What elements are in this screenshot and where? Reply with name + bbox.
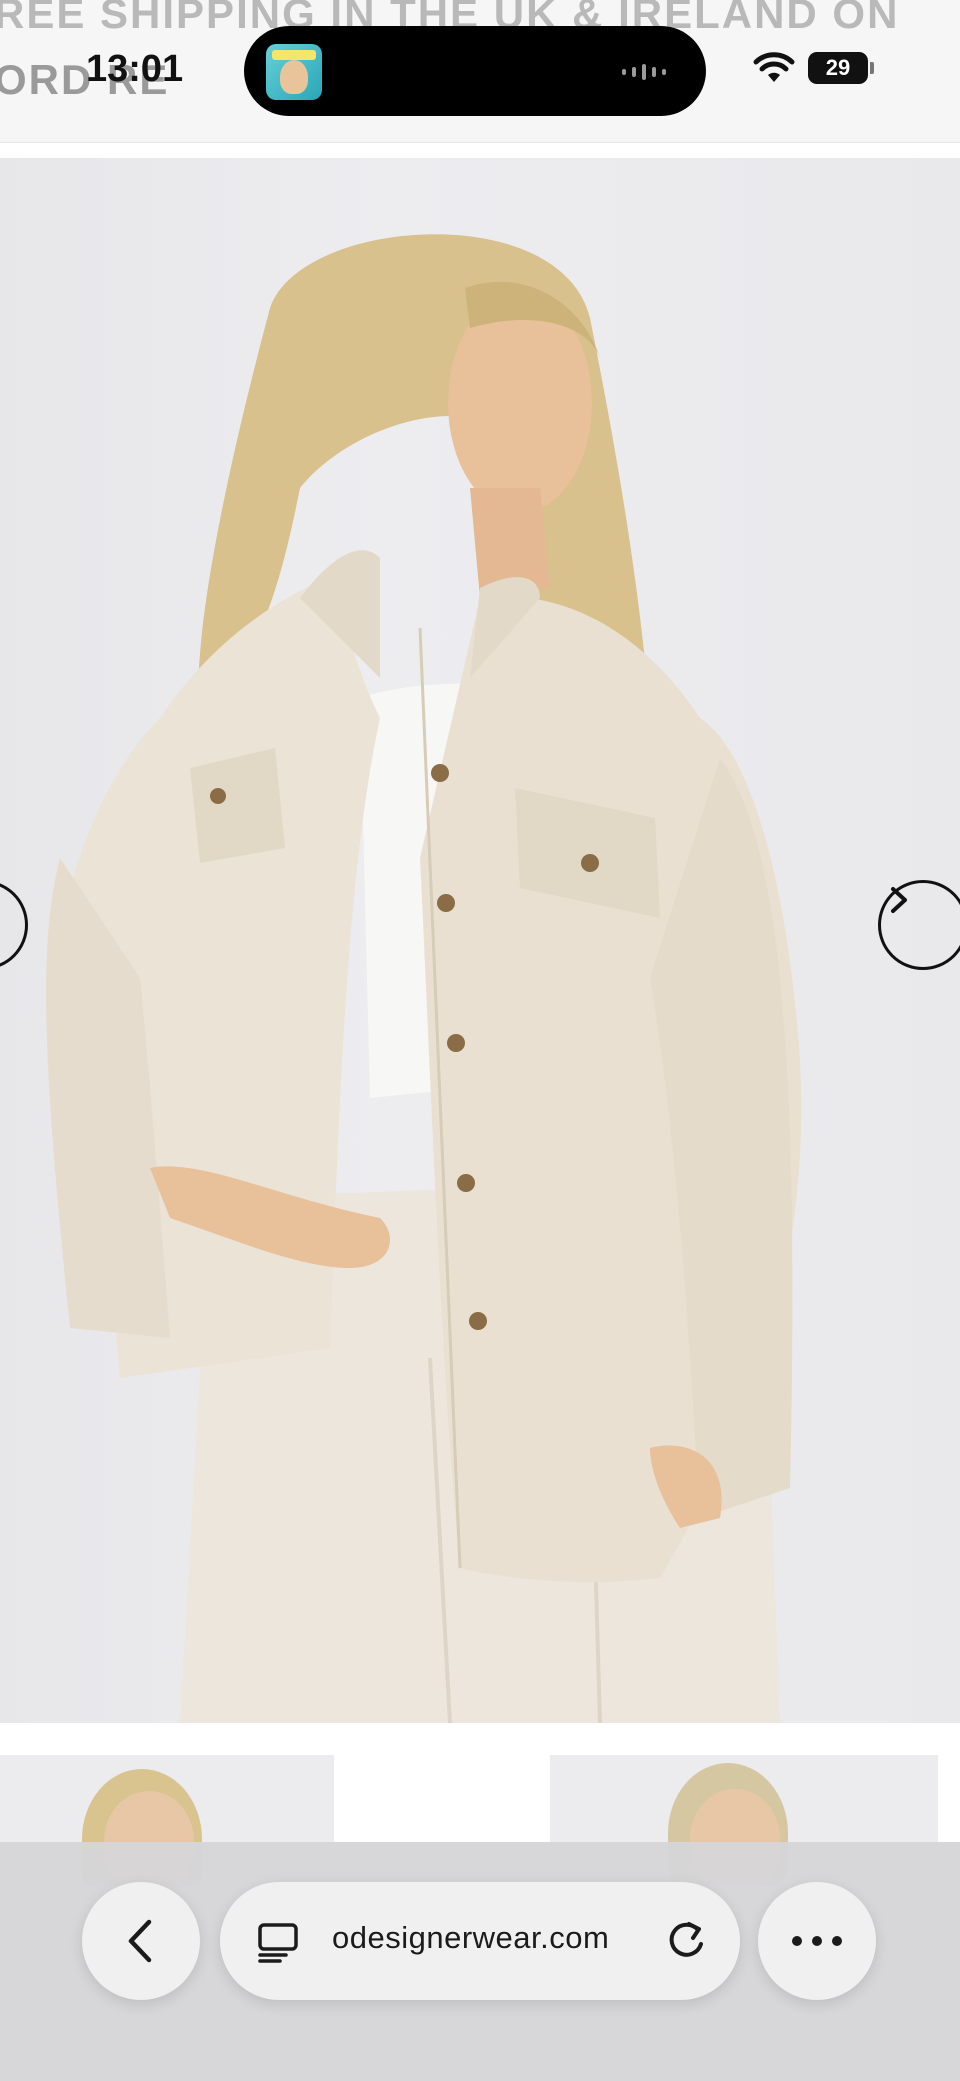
battery-level-text: 29	[825, 55, 851, 80]
chevron-left-icon	[128, 1919, 152, 1963]
more-icon	[792, 1936, 842, 1946]
audio-waveform-icon	[622, 64, 676, 80]
dynamic-island[interactable]	[244, 26, 706, 116]
url-text: odesignerwear.com	[332, 1920, 610, 1955]
status-time: 13:01	[86, 48, 184, 90]
wifi-icon	[753, 52, 795, 82]
browser-toolbar: odesignerwear.com	[0, 1842, 960, 2081]
chevron-right-icon	[891, 887, 907, 913]
carousel-next-button[interactable]	[878, 880, 960, 970]
reader-icon[interactable]	[256, 1920, 300, 1964]
address-bar[interactable]: odesignerwear.com	[220, 1882, 740, 2000]
more-button[interactable]	[758, 1882, 876, 2000]
reload-icon[interactable]	[662, 1916, 710, 1964]
back-button[interactable]	[82, 1882, 200, 2000]
battery-icon: 29	[808, 52, 874, 84]
product-photo	[46, 234, 802, 1723]
product-image[interactable]	[0, 158, 960, 1723]
now-playing-artwork	[266, 44, 322, 100]
